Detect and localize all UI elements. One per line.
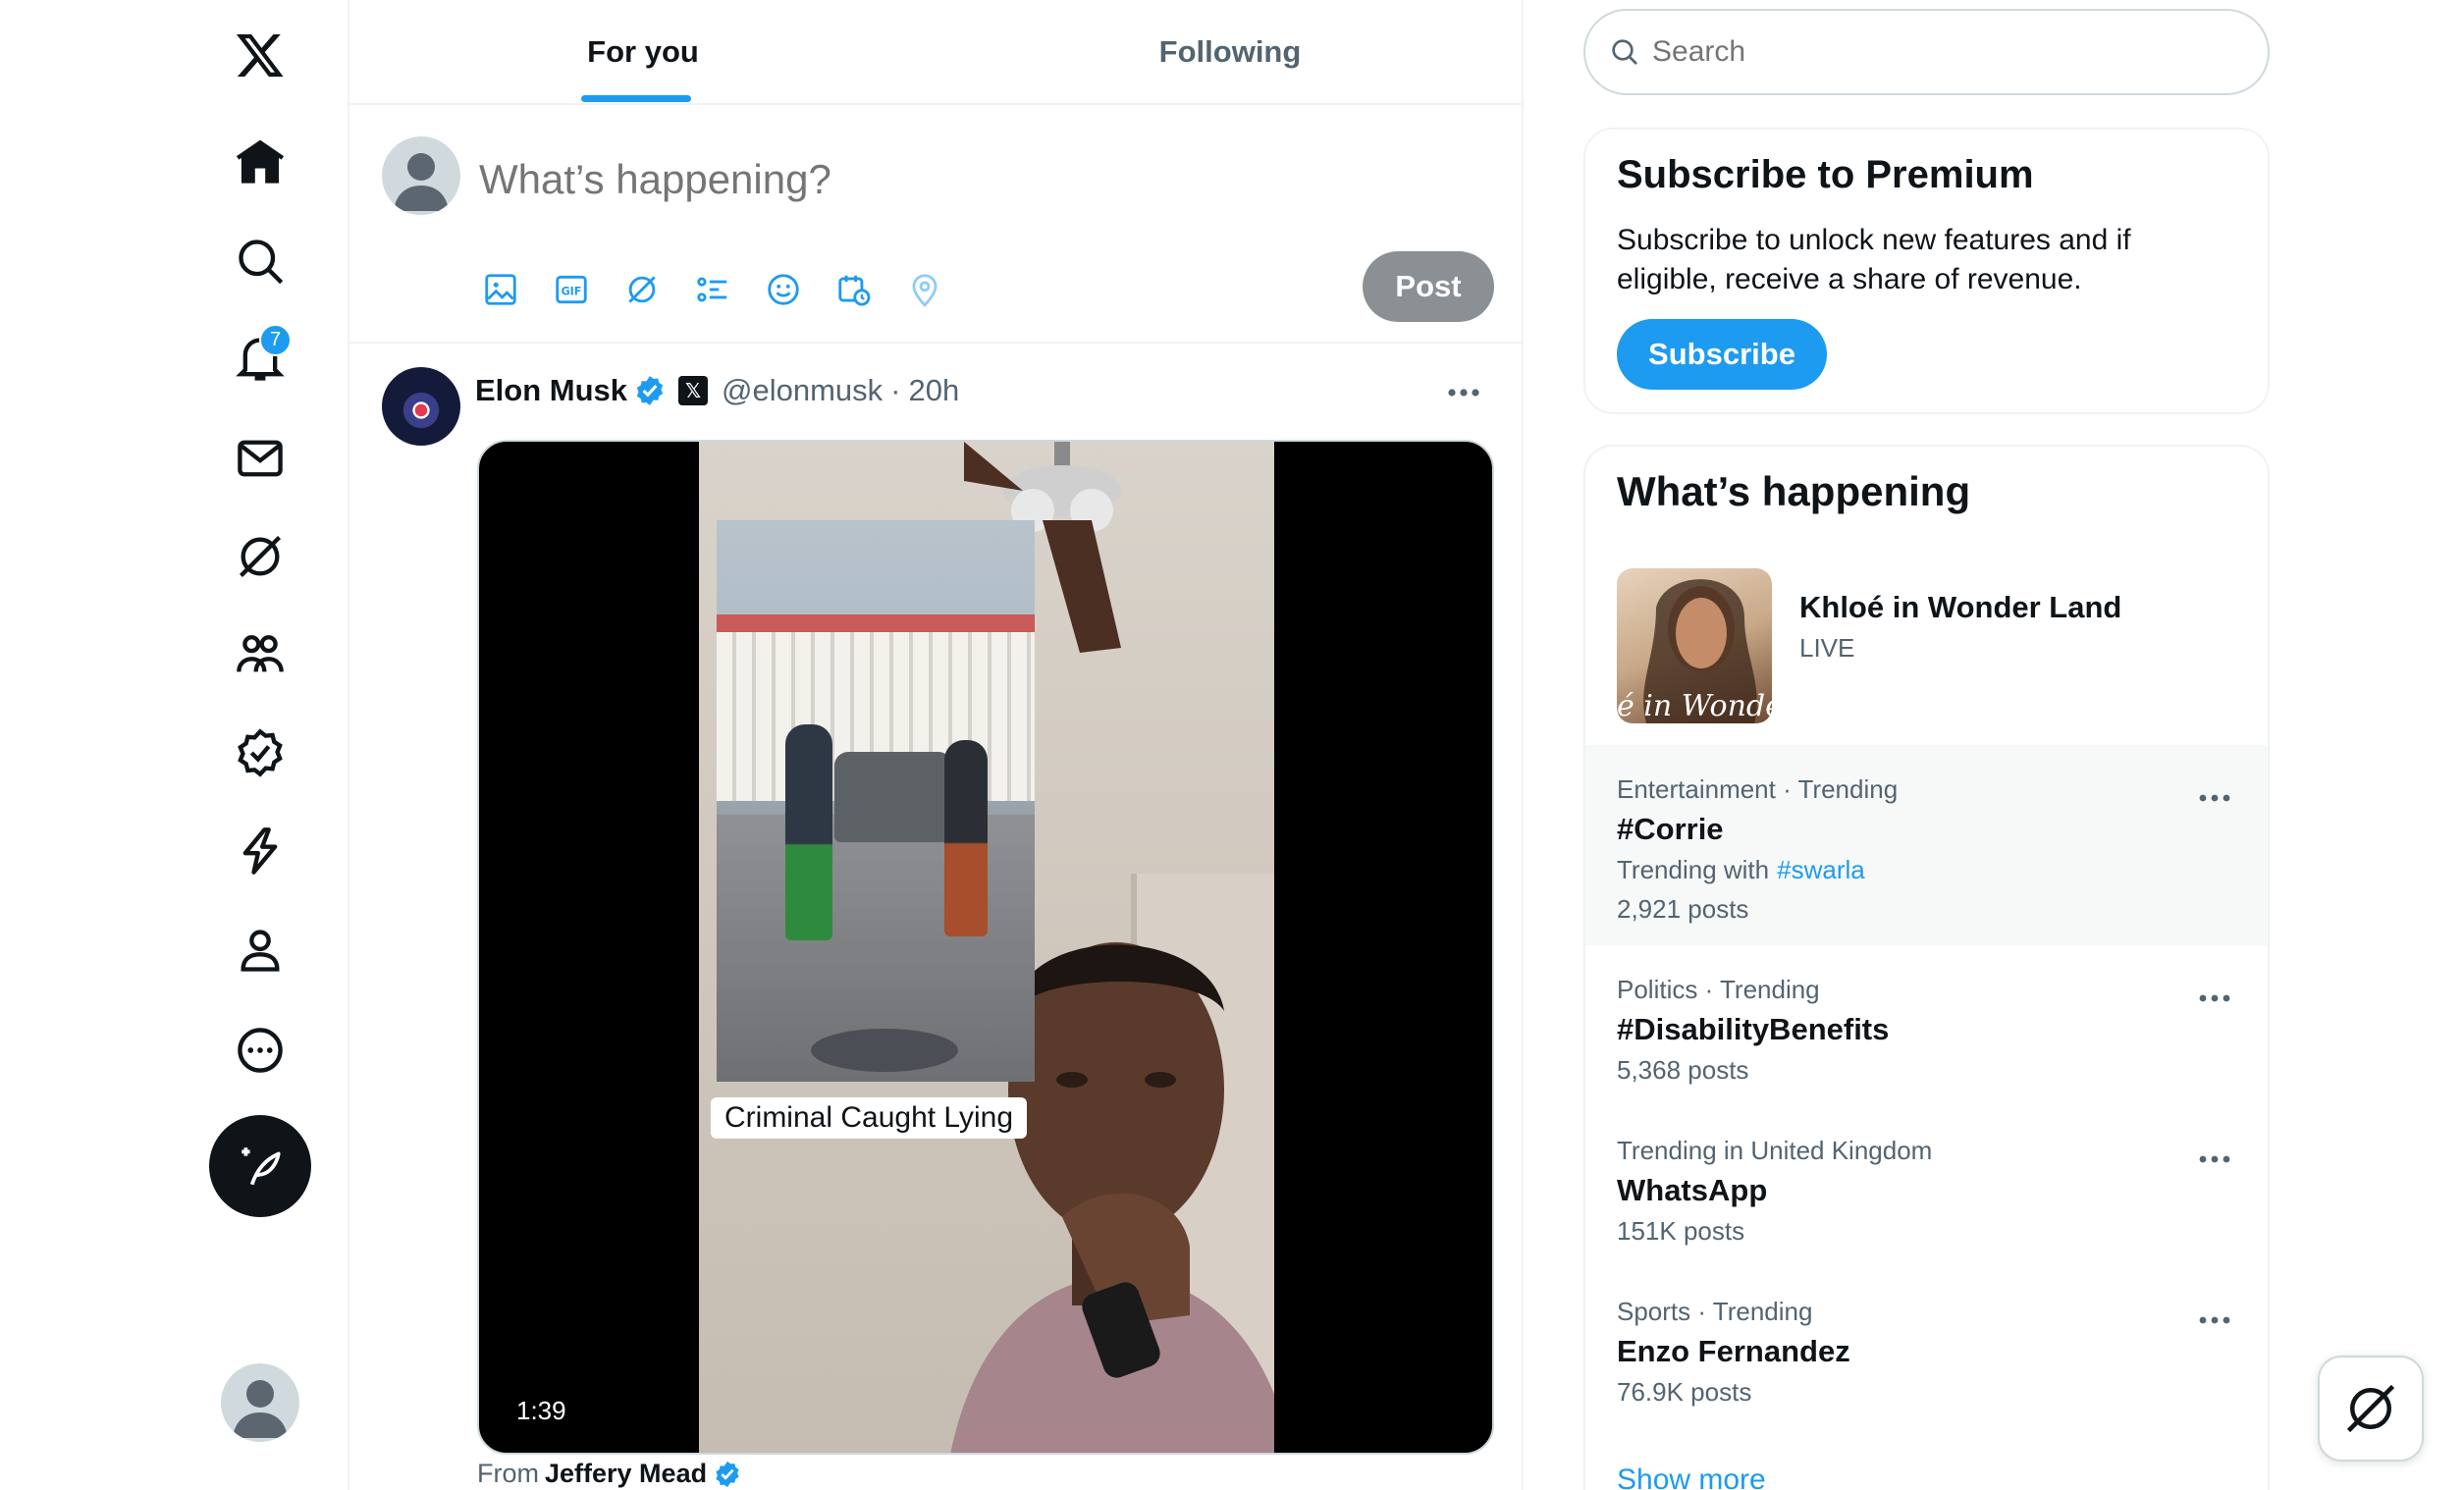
more-options-icon[interactable]	[2190, 1301, 2239, 1340]
trends-card: What’s happening é in Wonder l Khloé in …	[1583, 445, 2270, 1490]
gif-icon[interactable]: GIF	[546, 264, 597, 315]
bell-icon[interactable]	[211, 310, 309, 408]
active-tab-indicator	[581, 95, 691, 102]
compose-text-input[interactable]	[479, 150, 1461, 209]
x-affiliate-icon: 𝕏	[678, 376, 709, 405]
lightning-icon[interactable]	[211, 802, 309, 900]
tab-for-you[interactable]: For you	[349, 0, 937, 103]
tweet-video[interactable]: Criminal Caught Lying 1:39	[477, 440, 1494, 1455]
trend-meta: Trending in United Kingdom	[1617, 1136, 1933, 1165]
live-thumb-text: é in Wonder l	[1617, 689, 1772, 723]
schedule-icon[interactable]	[829, 264, 880, 315]
tweet-author-avatar[interactable]	[382, 367, 460, 446]
trend-item[interactable]: Sports · Trending Enzo Fernandez 76.9K p…	[1585, 1267, 2268, 1428]
image-icon[interactable]	[475, 264, 526, 315]
trend-item[interactable]: Politics · Trending #DisabilityBenefits …	[1585, 945, 2268, 1106]
live-status: LIVE	[1799, 633, 1855, 663]
more-options-icon[interactable]	[2190, 979, 2239, 1018]
notification-count-badge: 7	[259, 324, 292, 356]
location-icon[interactable]	[899, 264, 950, 315]
trend-title: #DisabilityBenefits	[1617, 1012, 1890, 1046]
verified-badge-icon	[716, 1461, 739, 1487]
emoji-icon[interactable]	[758, 264, 809, 315]
show-more-link[interactable]: Show more	[1617, 1463, 1766, 1490]
search-icon[interactable]	[211, 212, 309, 310]
search-icon	[1612, 39, 1637, 65]
video-inset-clip	[717, 520, 1035, 1082]
post-composer: GIF Post	[349, 105, 1524, 344]
trend-meta: Sports · Trending	[1617, 1297, 1813, 1326]
verified-badge-icon	[636, 376, 664, 405]
tweet-author-handle[interactable]: @elonmusk	[722, 373, 883, 408]
trend-item[interactable]: Entertainment · Trending #Corrie Trendin…	[1585, 745, 2268, 945]
mail-icon[interactable]	[211, 409, 309, 507]
grok-floating-button[interactable]	[2318, 1356, 2424, 1462]
more-options-icon[interactable]	[2190, 1140, 2239, 1179]
search-input[interactable]	[1652, 35, 2241, 69]
tweet-separator: ·	[890, 373, 901, 407]
grok-icon[interactable]	[616, 264, 668, 315]
trend-title: #Corrie	[1617, 812, 1724, 846]
tweet-author-name[interactable]: Elon Musk	[475, 373, 627, 408]
trend-title: WhatsApp	[1617, 1173, 1768, 1207]
search-bar[interactable]	[1583, 9, 2270, 95]
more-options-icon[interactable]	[2190, 778, 2239, 818]
tweet[interactable]: Elon Musk 𝕏 @elonmusk · 20h Criminal Cau…	[349, 346, 1524, 1490]
premium-card: Subscribe to Premium Subscribe to unlock…	[1583, 128, 2270, 414]
communities-icon[interactable]	[211, 606, 309, 704]
svg-text:GIF: GIF	[562, 286, 582, 298]
trend-related-hashtag[interactable]: #swarla	[1777, 855, 1865, 884]
attribution-prefix: From	[477, 1459, 539, 1488]
tweet-header: Elon Musk 𝕏 @elonmusk · 20h	[475, 369, 959, 412]
verified-icon[interactable]	[211, 704, 309, 802]
trend-item[interactable]: Trending in United Kingdom WhatsApp 151K…	[1585, 1106, 2268, 1267]
timeline-tabs: For you Following	[349, 0, 1524, 105]
trend-post-count: 151K posts	[1617, 1216, 1745, 1246]
subscribe-button[interactable]: Subscribe	[1617, 319, 1827, 390]
trend-post-count: 5,368 posts	[1617, 1055, 1749, 1085]
trend-post-count: 76.9K posts	[1617, 1377, 1752, 1407]
tweet-time[interactable]: 20h	[909, 373, 960, 408]
live-event-item[interactable]: é in Wonder l Khloé in Wonder Land LIVE	[1585, 555, 2268, 751]
trend-meta: Politics · Trending	[1617, 975, 1820, 1004]
account-avatar[interactable]	[221, 1363, 299, 1442]
trend-context: Trending with #swarla	[1617, 855, 1865, 884]
more-options-icon[interactable]	[1439, 373, 1488, 412]
video-attribution: From Jeffery Mead	[477, 1459, 742, 1489]
video-caption: Criminal Caught Lying	[711, 1097, 1028, 1139]
grok-icon[interactable]	[211, 507, 309, 606]
home-icon[interactable]	[211, 113, 309, 211]
composer-avatar	[382, 136, 460, 215]
post-button[interactable]: Post	[1363, 251, 1494, 322]
trend-meta: Entertainment · Trending	[1617, 774, 1899, 804]
live-event-thumbnail: é in Wonder l	[1617, 568, 1772, 723]
tab-following[interactable]: Following	[937, 0, 1524, 103]
video-duration: 1:39	[516, 1396, 566, 1425]
premium-description: Subscribe to unlock new features and if …	[1617, 224, 2131, 295]
main-timeline: For you Following GIF Post	[348, 0, 1524, 1490]
trend-title: Enzo Fernandez	[1617, 1334, 1850, 1368]
left-navigation: 7	[0, 0, 348, 1490]
video-frame: Criminal Caught Lying	[699, 442, 1274, 1453]
profile-icon[interactable]	[211, 901, 309, 999]
x-logo-icon[interactable]	[211, 6, 309, 104]
trend-post-count: 2,921 posts	[1617, 894, 1749, 924]
compose-post-icon	[241, 1147, 281, 1186]
poll-icon[interactable]	[687, 264, 738, 315]
attribution-name[interactable]: Jeffery Mead	[545, 1459, 707, 1489]
trends-title: What’s happening	[1617, 468, 1971, 514]
premium-title: Subscribe to Premium	[1617, 153, 2034, 196]
live-event-title: Khloé in Wonder Land	[1799, 590, 2122, 624]
compose-post-button[interactable]	[209, 1115, 311, 1217]
more-circle-icon[interactable]	[211, 1001, 309, 1099]
grok-icon	[2346, 1384, 2395, 1433]
